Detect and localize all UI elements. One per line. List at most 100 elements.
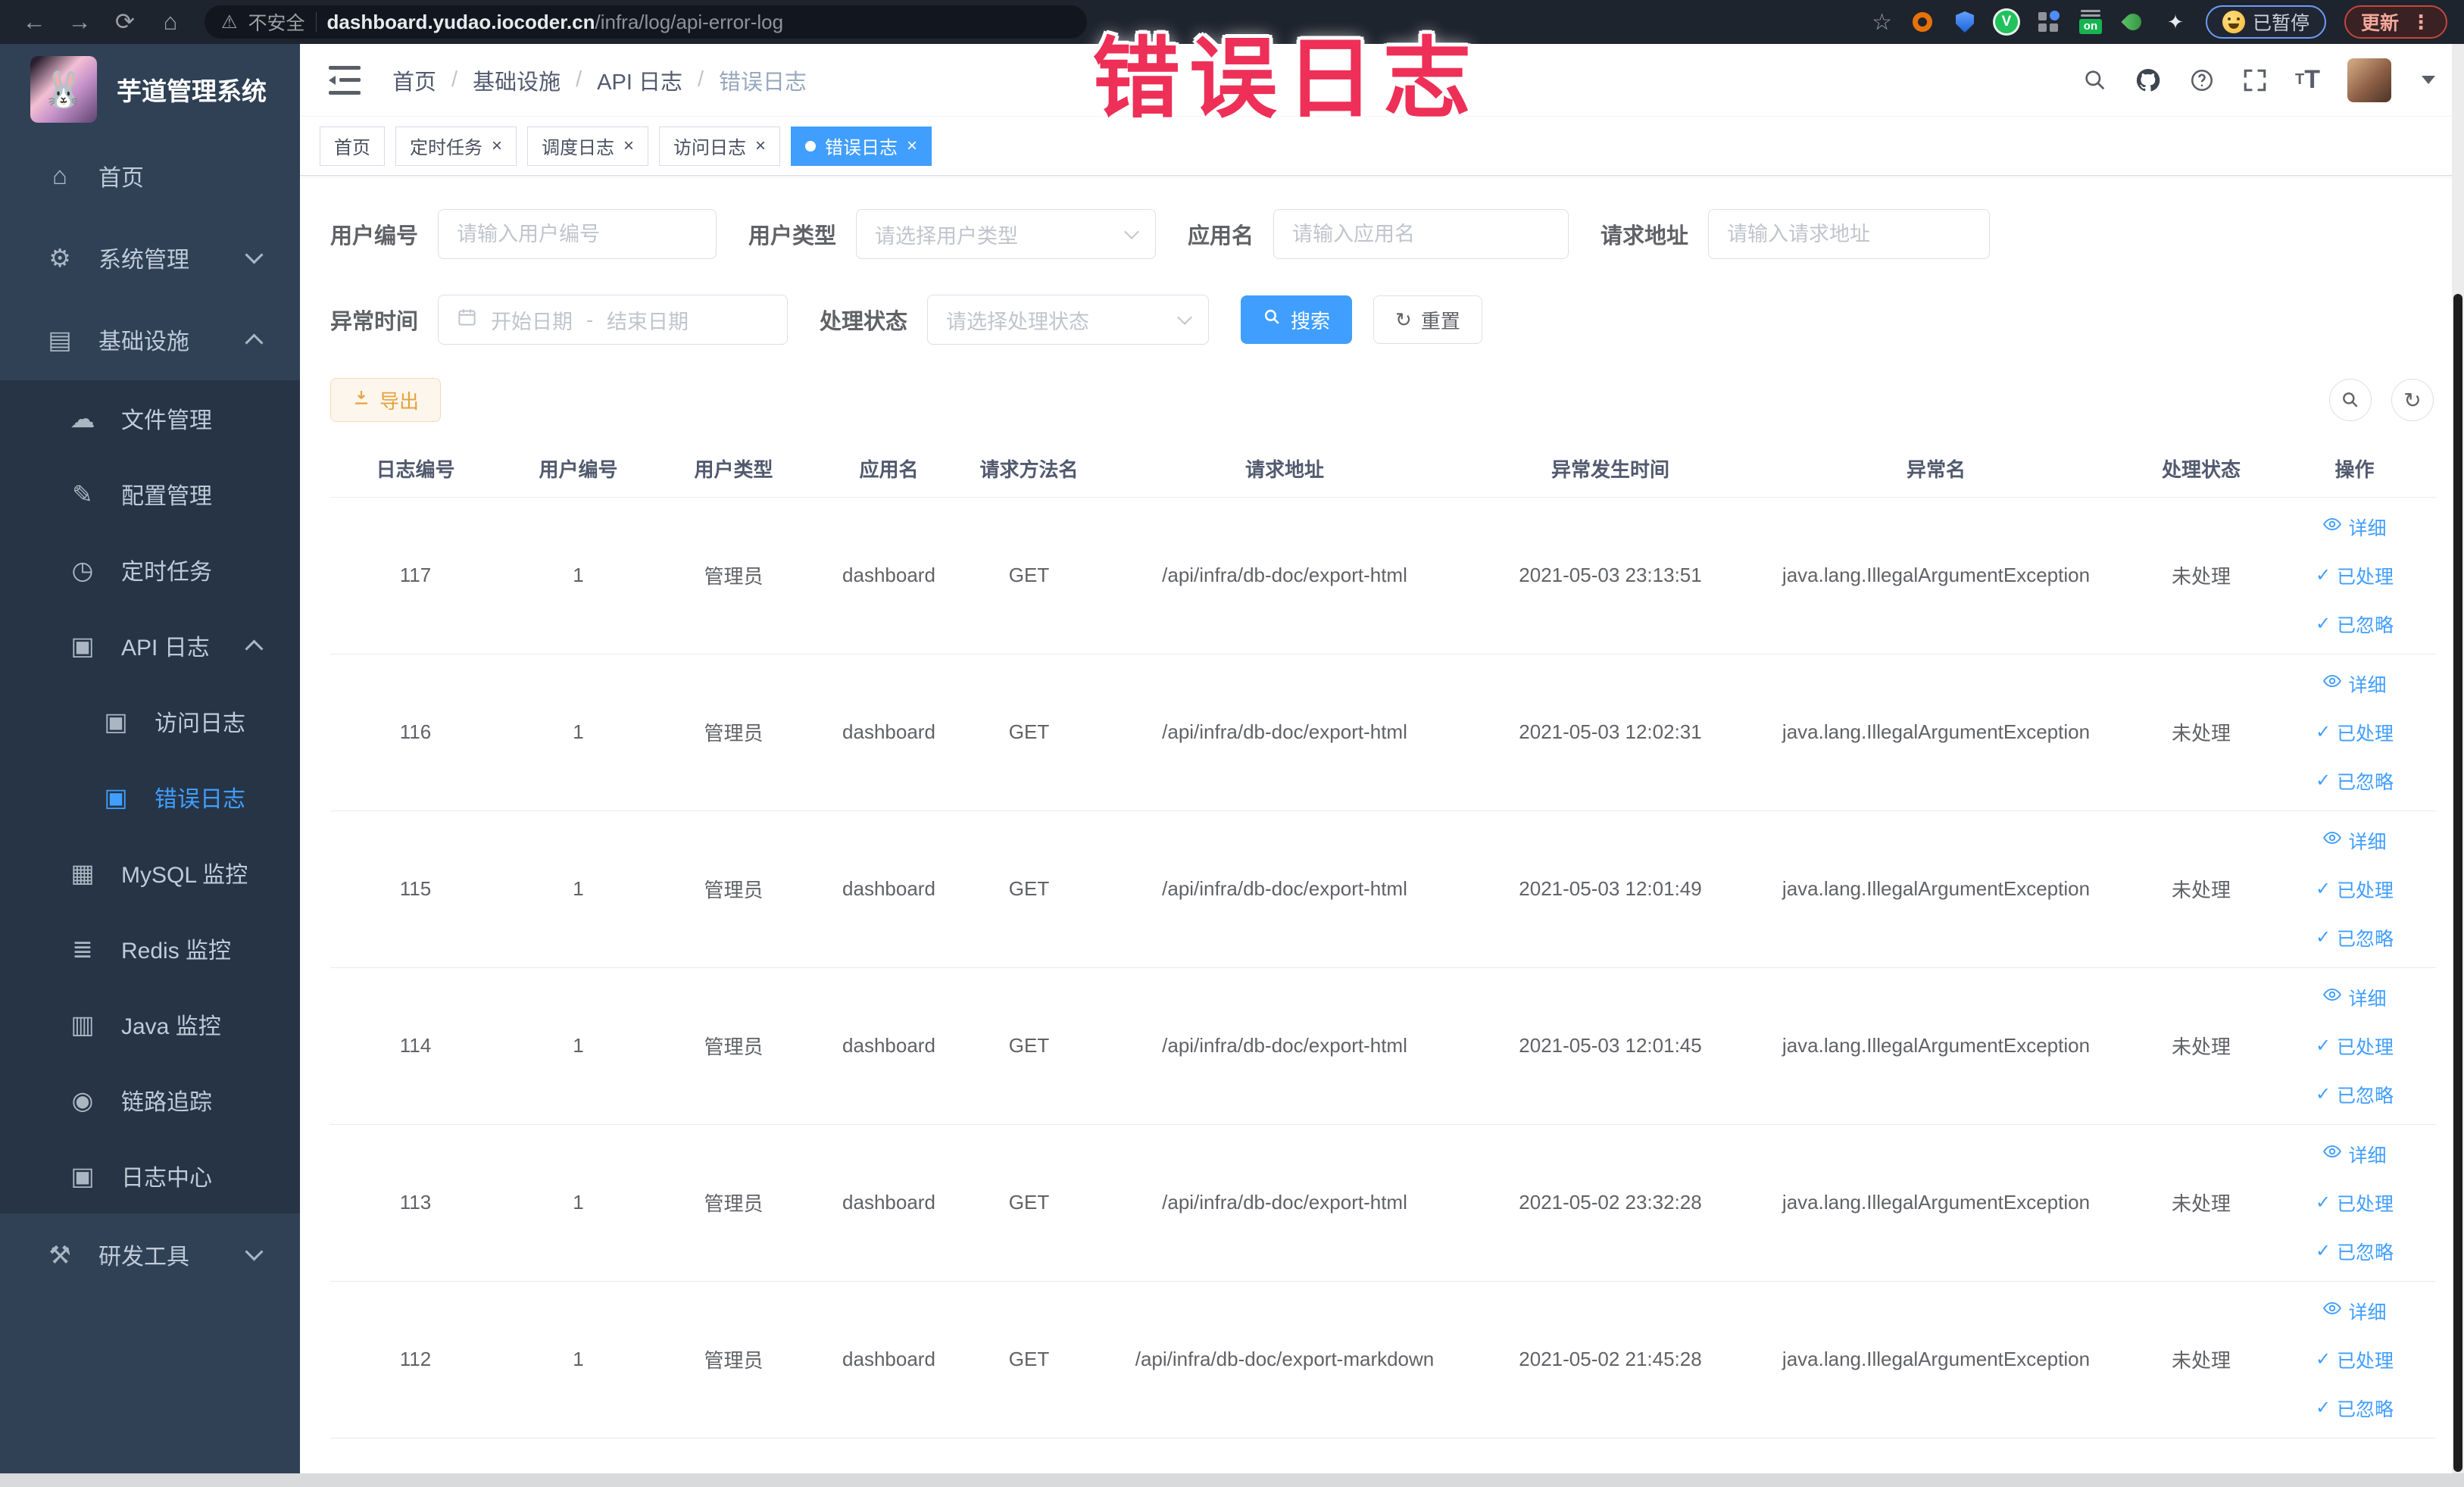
toggle-search-button[interactable] <box>2329 379 2372 421</box>
app-name-input[interactable] <box>1273 209 1569 259</box>
insecure-warning-icon: ⚠ <box>221 11 238 33</box>
ignored-link[interactable]: ✓ 已忽略 <box>2316 924 2394 951</box>
breadcrumb-item[interactable]: 首页 <box>392 64 436 96</box>
user-avatar[interactable] <box>2347 58 2391 102</box>
extension-donut-icon[interactable] <box>1910 10 1935 34</box>
sidebar-item-access-log[interactable]: ▣ 访问日志 <box>0 683 300 759</box>
sidebar-collapse-icon[interactable] <box>329 65 361 95</box>
search-button[interactable]: 搜索 <box>1241 295 1353 344</box>
github-icon[interactable] <box>2135 67 2162 94</box>
scrollbar-thumb[interactable] <box>2453 294 2462 1472</box>
fullscreen-icon[interactable] <box>2242 67 2268 93</box>
sidebar-item-api-log[interactable]: ▣ API 日志 <box>0 608 300 683</box>
cell-id: 112 <box>330 1281 501 1439</box>
ignored-link[interactable]: ✓ 已忽略 <box>2316 1395 2394 1422</box>
sidebar-item-system-management[interactable]: ⚙ 系统管理 <box>0 217 300 298</box>
processed-link[interactable]: ✓ 已处理 <box>2316 876 2394 903</box>
extension-grid-icon[interactable] <box>2036 10 2060 34</box>
processed-link[interactable]: ✓ 已处理 <box>2316 1189 2394 1217</box>
sidebar-menu: ⌂ 首页 ⚙ 系统管理 ▤ 基础设施 ☁ 文件管理 ✎ 配置管理 ◷ 定时任务 ▣ API 日志 ▣ 访问日志… <box>0 135 300 1295</box>
tab-定时任务[interactable]: 定时任务 × <box>395 126 517 166</box>
date-range-input[interactable]: 开始日期 - 结束日期 <box>438 295 789 345</box>
sidebar-item-dev-tools[interactable]: ⚒ 研发工具 <box>0 1214 300 1295</box>
sidebar-item-scheduled-tasks[interactable]: ◷ 定时任务 <box>0 532 300 608</box>
font-size-icon[interactable]: TT <box>2295 65 2320 95</box>
export-button[interactable]: 导出 <box>330 378 442 422</box>
browser-home-icon[interactable]: ⌂ <box>153 5 188 39</box>
tab-访问日志[interactable]: 访问日志 × <box>659 126 781 166</box>
ignored-link[interactable]: ✓ 已忽略 <box>2316 611 2394 638</box>
sidebar-item-home[interactable]: ⌂ 首页 <box>0 135 300 217</box>
extension-v-icon[interactable]: V <box>1994 11 2018 33</box>
breadcrumb-item[interactable]: 基础设施 <box>473 64 561 96</box>
detail-link[interactable]: 详细 <box>2322 1298 2387 1325</box>
cell-url: /api/infra/db-doc/export-html <box>1091 1124 1478 1282</box>
user-type-select[interactable]: 请选择用户类型 <box>856 209 1157 259</box>
detail-link[interactable]: 详细 <box>2322 984 2387 1011</box>
tab-close-icon[interactable]: × <box>907 136 917 155</box>
detail-link[interactable]: 详细 <box>2322 514 2387 541</box>
browser-reload-icon[interactable]: ⟳ <box>108 5 142 39</box>
sidebar-item-log-center[interactable]: ▣ 日志中心 <box>0 1138 300 1214</box>
sidebar-item-infrastructure[interactable]: ▤ 基础设施 <box>0 298 300 380</box>
ignored-link[interactable]: ✓ 已忽略 <box>2316 1081 2394 1108</box>
detail-link[interactable]: 详细 <box>2322 670 2387 698</box>
sidebar-item-redis-monitor[interactable]: ≣ Redis 监控 <box>0 911 300 986</box>
update-button[interactable]: 更新 ⋮ <box>2344 5 2447 39</box>
sidebar-item-error-log[interactable]: ▣ 错误日志 <box>0 759 300 835</box>
address-bar[interactable]: ⚠ 不安全 dashboard.yudao.iocoder.cn/infra/l… <box>205 5 1087 39</box>
detail-link[interactable]: 详细 <box>2322 827 2387 854</box>
processed-link[interactable]: ✓ 已处理 <box>2316 562 2394 589</box>
tab-首页[interactable]: 首页 <box>320 126 385 166</box>
processed-link[interactable]: ✓ 已处理 <box>2316 1346 2394 1373</box>
sidebar-item-java-monitor[interactable]: ▥ Java 监控 <box>0 986 300 1062</box>
browser-menu-icon[interactable]: ⋮ <box>2411 11 2431 34</box>
bookmark-star-icon[interactable]: ☆ <box>1872 9 1892 36</box>
col-header: 用户类型 <box>656 440 811 498</box>
app-logo-row[interactable]: 🐰 芋道管理系统 <box>0 44 300 135</box>
browser-back-icon[interactable]: ← <box>17 5 52 39</box>
processed-link[interactable]: ✓ 已处理 <box>2316 719 2394 746</box>
avatar-caret-icon[interactable] <box>2422 76 2435 84</box>
help-icon[interactable] <box>2189 67 2215 93</box>
tab-close-icon[interactable]: × <box>755 136 766 155</box>
ignored-link[interactable]: ✓ 已忽略 <box>2316 1238 2394 1265</box>
cell-user_id: 1 <box>501 811 656 968</box>
sidebar-item-config-management[interactable]: ✎ 配置管理 <box>0 456 300 532</box>
check-icon: ✓ <box>2315 1241 2331 1261</box>
detail-link[interactable]: 详细 <box>2322 1141 2387 1168</box>
page-scrollbar[interactable] <box>2452 44 2464 1473</box>
tab-label: 调度日志 <box>542 138 615 158</box>
sidebar-item-label: 系统管理 <box>98 248 189 273</box>
cell-url: /api/infra/db-doc/export-html <box>1091 811 1478 968</box>
paused-badge[interactable]: 已暂停 <box>2205 5 2326 39</box>
cell-method: GET <box>967 967 1091 1125</box>
reset-button[interactable]: ↻ 重置 <box>1373 295 1482 344</box>
extension-leaf-icon[interactable] <box>2121 10 2145 34</box>
search-icon[interactable] <box>2083 68 2107 92</box>
sidebar-item-mysql-monitor[interactable]: ▦ MySQL 监控 <box>0 835 300 911</box>
sidebar-item-file-management[interactable]: ☁ 文件管理 <box>0 380 300 456</box>
tab-调度日志[interactable]: 调度日志 × <box>527 126 649 166</box>
process-status-select[interactable]: 请选择处理状态 <box>927 295 1210 345</box>
processed-link[interactable]: ✓ 已处理 <box>2316 1032 2394 1060</box>
request-url-input[interactable] <box>1708 209 1991 259</box>
tab-close-icon[interactable]: × <box>492 136 502 155</box>
table-row: 115 1 管理员 dashboard GET/api/infra/db-doc/exp… <box>330 811 2436 968</box>
sidebar-item-trace[interactable]: ◉ 链路追踪 <box>0 1062 300 1138</box>
table-header-row: 日志编号 用户编号 用户类型 应用名 请求方法名 请求地址 异常发生时间 异常名… <box>330 440 2436 498</box>
extensions-puzzle-icon[interactable]: ✦ <box>2163 10 2188 34</box>
table-toolbar: 导出 ↻ <box>330 378 2434 422</box>
edit-icon: ✎ <box>72 480 93 508</box>
user-id-input[interactable] <box>438 209 717 259</box>
tab-错误日志[interactable]: 错误日志 × <box>791 126 932 166</box>
breadcrumb-item[interactable]: API 日志 <box>597 64 682 96</box>
check-icon: ✓ <box>2315 927 2331 948</box>
extension-shield-icon[interactable] <box>1953 10 1977 34</box>
gear-icon: ⚙ <box>48 243 71 272</box>
browser-forward-icon[interactable]: → <box>62 5 97 39</box>
tab-close-icon[interactable]: × <box>623 136 634 155</box>
refresh-table-button[interactable]: ↻ <box>2391 379 2434 421</box>
ignored-link[interactable]: ✓ 已忽略 <box>2316 767 2394 795</box>
extension-on-icon[interactable]: on <box>2078 10 2103 34</box>
